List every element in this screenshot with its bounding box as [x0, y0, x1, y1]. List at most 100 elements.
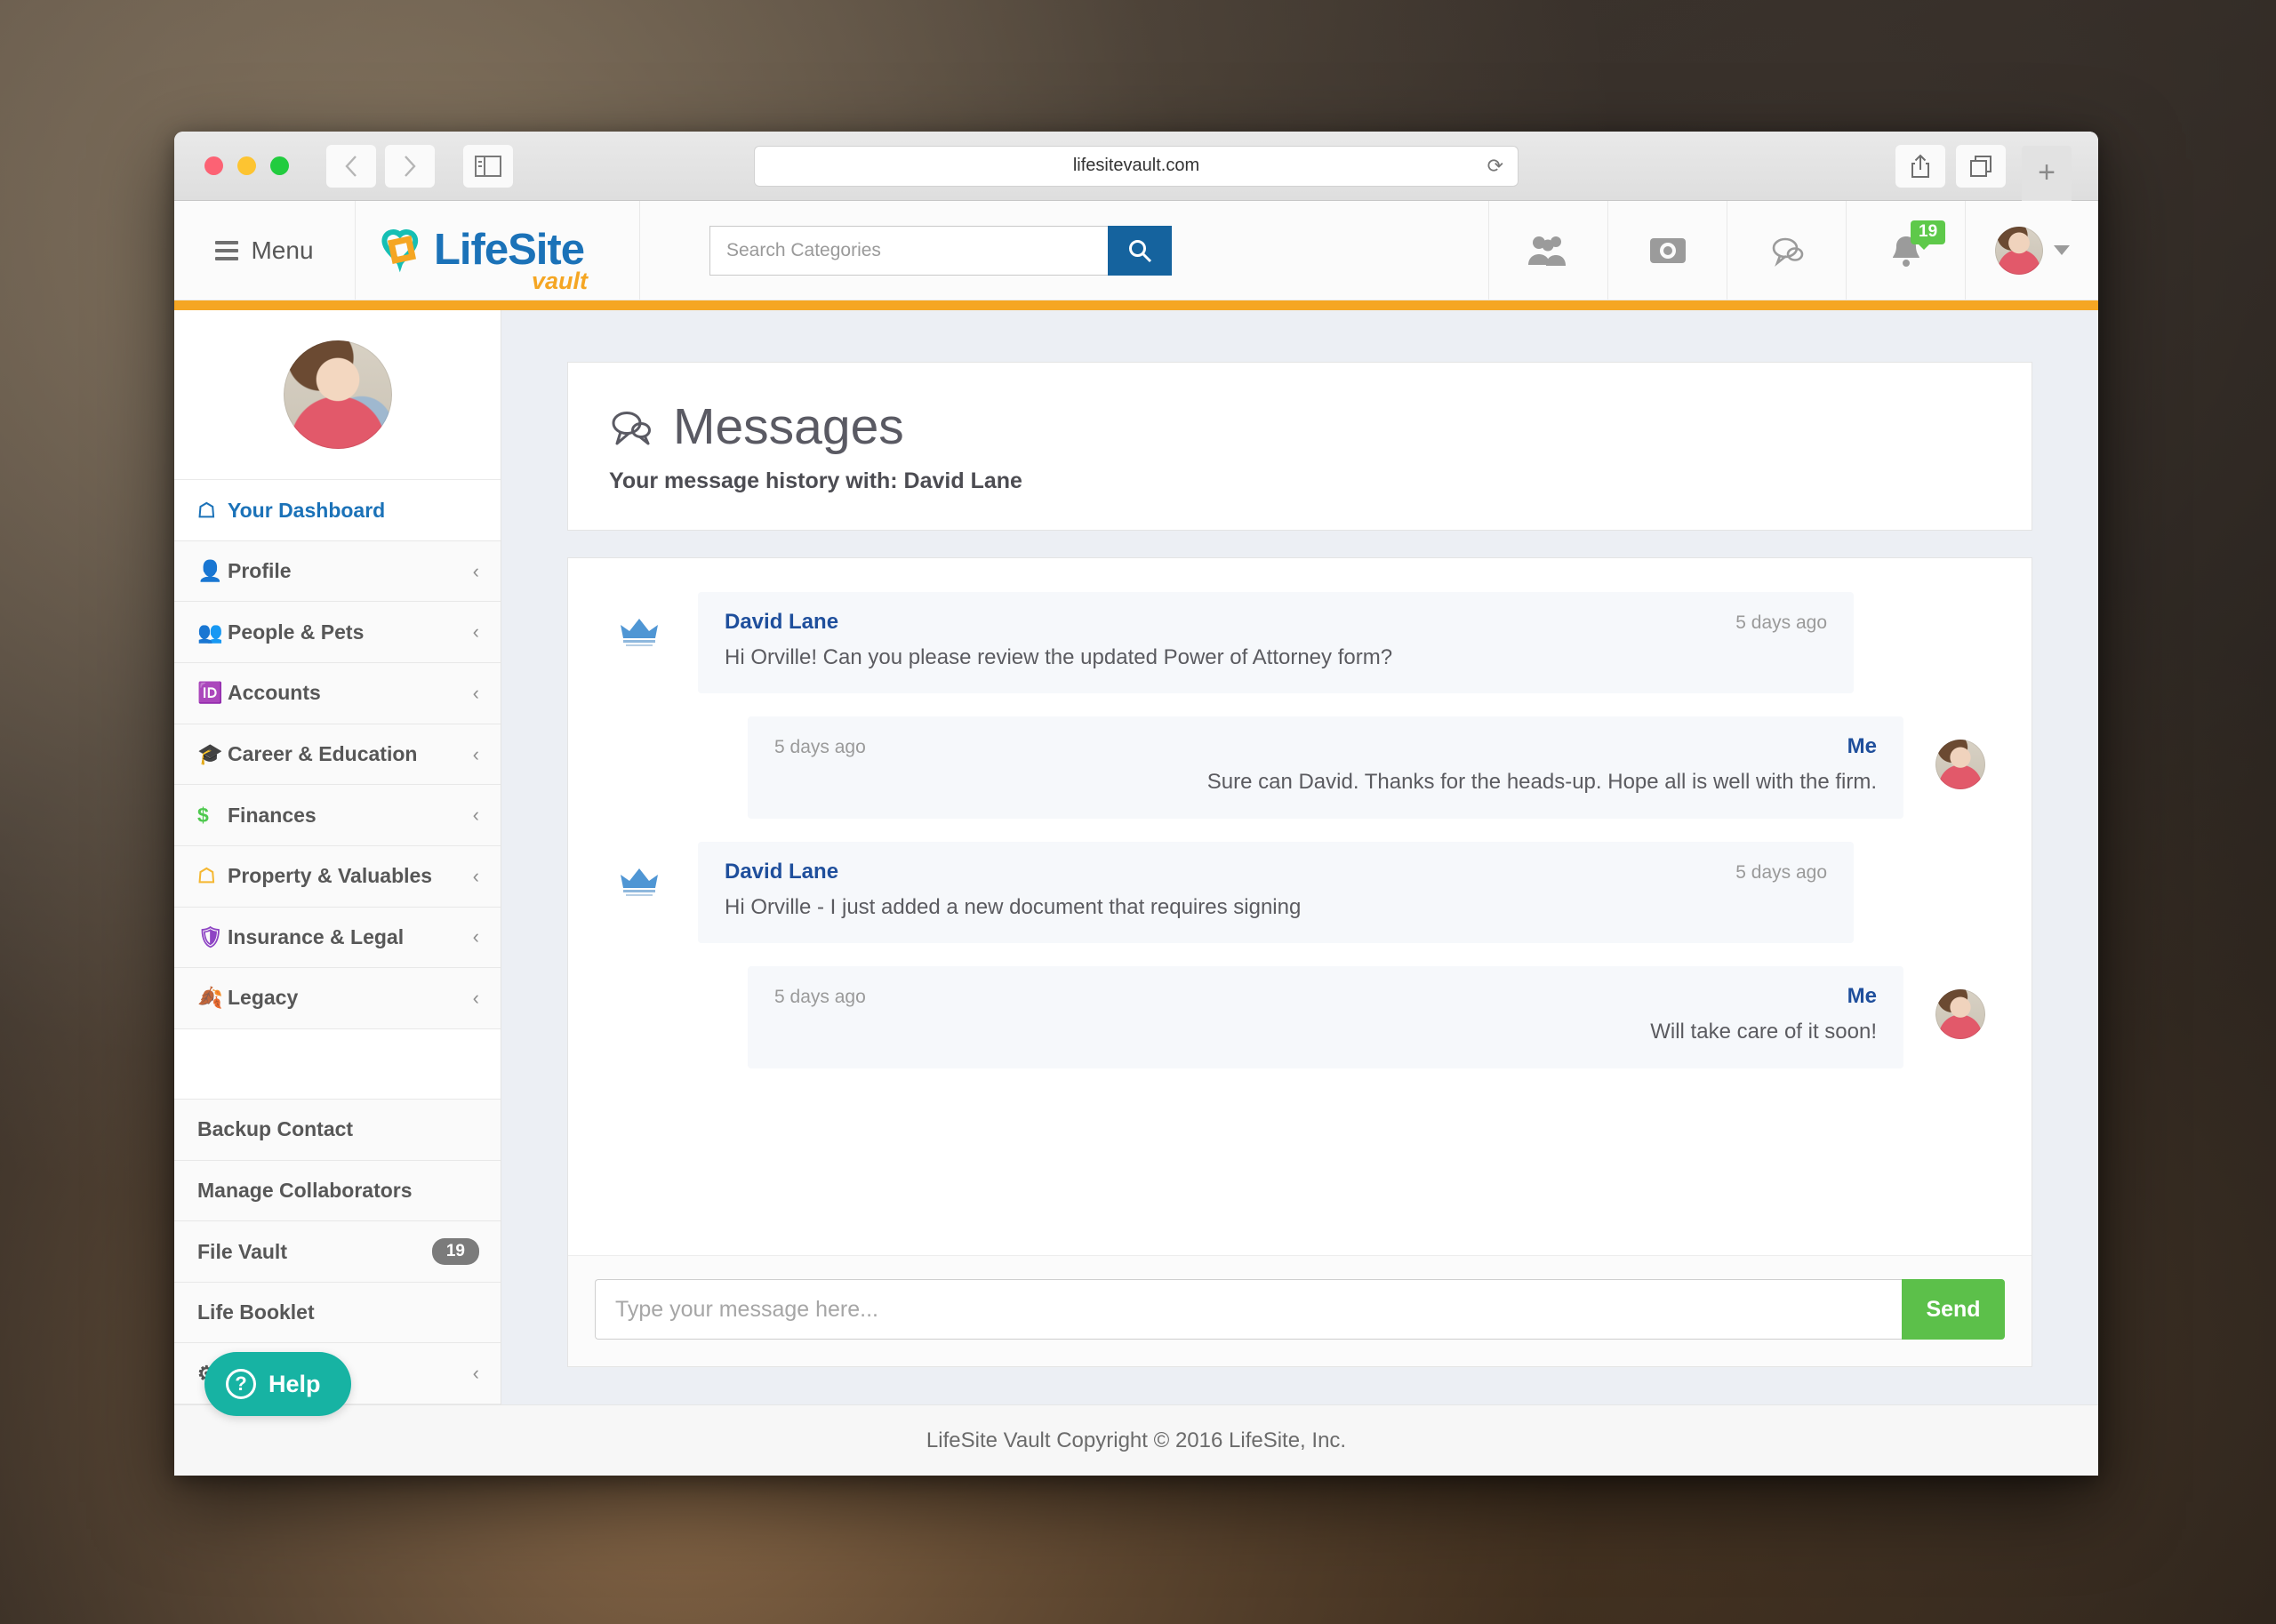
camera-icon	[1649, 237, 1686, 263]
message-text: Hi Orville - I just added a new document…	[725, 894, 1302, 919]
close-window-button[interactable]	[204, 156, 223, 175]
sidebar-item-label: Profile	[228, 559, 292, 583]
sidebar-user-avatar[interactable]	[283, 340, 392, 450]
message-row: David Lane 5 days ago Hi Orville! Can yo…	[614, 592, 1985, 694]
file-vault-count-badge: 19	[431, 1237, 479, 1266]
chevron-left-icon: ‹	[472, 986, 479, 1009]
tab-overview-button[interactable]	[1956, 144, 2006, 188]
chevron-left-icon: ‹	[472, 1362, 479, 1385]
sidebar-item-people-and-pets[interactable]: 👥 People & Pets ‹	[174, 602, 501, 664]
hamburger-icon	[215, 240, 239, 260]
browser-chrome-toolbar: lifesitevault.com ⟳ +	[174, 132, 2098, 201]
message-text: Hi Orville! Can you please review the up…	[725, 645, 1393, 669]
lifesite-logo-icon	[381, 228, 419, 272]
question-mark-icon: ?	[226, 1369, 256, 1400]
sidebar-item-life-booklet[interactable]: Life Booklet	[174, 1282, 501, 1344]
sidebar-item-label: People & Pets	[228, 620, 365, 644]
address-bar[interactable]: lifesitevault.com ⟳	[754, 145, 1519, 187]
sidebar-item-label: Insurance & Legal	[228, 924, 405, 948]
sidebar-item-legacy[interactable]: 🍂 Legacy ‹	[174, 968, 501, 1029]
sidebar-item-profile[interactable]: 👤 Profile ‹	[174, 540, 501, 603]
message-input[interactable]	[595, 1279, 1902, 1340]
sidebar-item-label: Property & Valuables	[228, 864, 433, 888]
browser-window: lifesitevault.com ⟳ + Menu LifeSite vaul…	[174, 132, 2098, 1476]
sidebar-item-label: Your Dashboard	[228, 498, 386, 522]
crown-icon	[621, 619, 658, 646]
back-button[interactable]	[326, 144, 376, 188]
sidebar-item-file-vault[interactable]: File Vault 19	[174, 1221, 501, 1283]
message-header: David Lane 5 days ago	[725, 860, 1827, 884]
chevron-left-icon: ‹	[472, 864, 479, 887]
shield-icon: 🛡	[197, 924, 224, 948]
page-subtitle: Your message history with: David Lane	[609, 468, 1022, 493]
david-lane-crown-avatar	[614, 858, 664, 908]
dollar-icon: $	[197, 803, 209, 827]
chevron-left-icon: ‹	[472, 681, 479, 704]
chevron-left-icon: ‹	[472, 559, 479, 582]
sidebar-toggle-icon	[475, 155, 501, 177]
minimize-window-button[interactable]	[237, 156, 256, 175]
people-pets-icon: 👥	[197, 620, 223, 644]
help-button[interactable]: ? Help	[204, 1352, 351, 1417]
sidebar-item-career-and-education[interactable]: 🎓 Career & Education ‹	[174, 724, 501, 786]
reload-icon[interactable]: ⟳	[1487, 155, 1503, 178]
browser-nav-buttons	[326, 144, 513, 188]
sidebar-item-finances[interactable]: $ Finances ‹	[174, 785, 501, 846]
message-sender: Me	[1847, 734, 1877, 759]
sidebar-item-backup-contact[interactable]: Backup Contact	[174, 1099, 501, 1161]
send-button[interactable]: Send	[1902, 1279, 2005, 1340]
share-icon	[1911, 154, 1929, 178]
sidebar-item-your-dashboard[interactable]: ☖ Your Dashboard	[174, 480, 501, 541]
sidebar-item-label: Career & Education	[228, 742, 418, 765]
sidebar-item-manage-collaborators[interactable]: Manage Collaborators	[174, 1160, 501, 1222]
sidebar-item-label: Life Booklet	[197, 1300, 315, 1324]
message-timestamp: 5 days ago	[774, 737, 866, 758]
brand-logo[interactable]: LifeSite vault	[356, 201, 640, 300]
header-user-avatar	[1994, 226, 2043, 275]
message-list[interactable]: David Lane 5 days ago Hi Orville! Can yo…	[568, 558, 2032, 1255]
main-content: Messages Your message history with: Davi…	[501, 310, 2098, 1404]
leaf-icon: 🍂	[197, 986, 223, 1010]
url-text: lifesitevault.com	[1072, 156, 1200, 175]
sidebar-item-label: File Vault	[197, 1239, 287, 1263]
search-box	[709, 225, 1172, 276]
camera-nav-button[interactable]	[1607, 201, 1727, 300]
message-timestamp: 5 days ago	[774, 987, 866, 1008]
user-menu-button[interactable]	[1965, 201, 2098, 300]
tab-overview-icon	[1970, 155, 1992, 177]
sidebar-spacer	[174, 1028, 501, 1100]
messages-nav-button[interactable]	[1727, 201, 1846, 300]
new-tab-button[interactable]: +	[2022, 145, 2072, 201]
search-submit-button[interactable]	[1108, 225, 1172, 276]
sidebar-item-label: Legacy	[228, 986, 299, 1010]
forward-button[interactable]	[385, 144, 435, 188]
footer-copyright: LifeSite Vault Copyright © 2016 LifeSite…	[926, 1428, 1347, 1452]
page-title: Messages	[609, 402, 1991, 452]
people-icon	[1527, 236, 1566, 266]
message-bubble: David Lane 5 days ago Hi Orville - I jus…	[698, 841, 1854, 944]
notifications-nav-button[interactable]: 19	[1846, 201, 1965, 300]
sidebar-item-insurance-and-legal[interactable]: 🛡 Insurance & Legal ‹	[174, 907, 501, 969]
me-avatar	[1935, 989, 1985, 1040]
crown-icon	[621, 868, 658, 896]
messages-icon	[1772, 237, 1803, 267]
share-button[interactable]	[1895, 144, 1945, 188]
sidebar-item-accounts[interactable]: 🆔 Accounts ‹	[174, 663, 501, 724]
menu-button[interactable]: Menu	[174, 201, 356, 300]
sidebar-item-property-and-valuables[interactable]: ☖ Property & Valuables ‹	[174, 845, 501, 908]
people-nav-button[interactable]	[1488, 201, 1607, 300]
message-timestamp: 5 days ago	[1735, 861, 1827, 883]
logo-subtext: vault	[531, 268, 588, 294]
home-icon: ☖	[197, 498, 216, 522]
search-input[interactable]	[709, 225, 1108, 276]
sidebar: ☖ Your Dashboard 👤 Profile ‹ 👥 People & …	[174, 310, 501, 1417]
maximize-window-button[interactable]	[270, 156, 289, 175]
message-thread-card: David Lane 5 days ago Hi Orville! Can yo…	[567, 557, 2032, 1367]
house-icon: ☖	[197, 864, 216, 888]
page-header-card: Messages Your message history with: Davi…	[567, 362, 2032, 531]
sidebar-item-settings[interactable]: ⚙ ‹ ? Help	[174, 1343, 501, 1417]
sidebar-toggle-button[interactable]	[463, 144, 513, 188]
accounts-card-icon: 🆔	[197, 681, 223, 705]
david-lane-crown-avatar	[614, 608, 664, 658]
message-row: Me 5 days ago Sure can David. Thanks for…	[614, 716, 1985, 819]
